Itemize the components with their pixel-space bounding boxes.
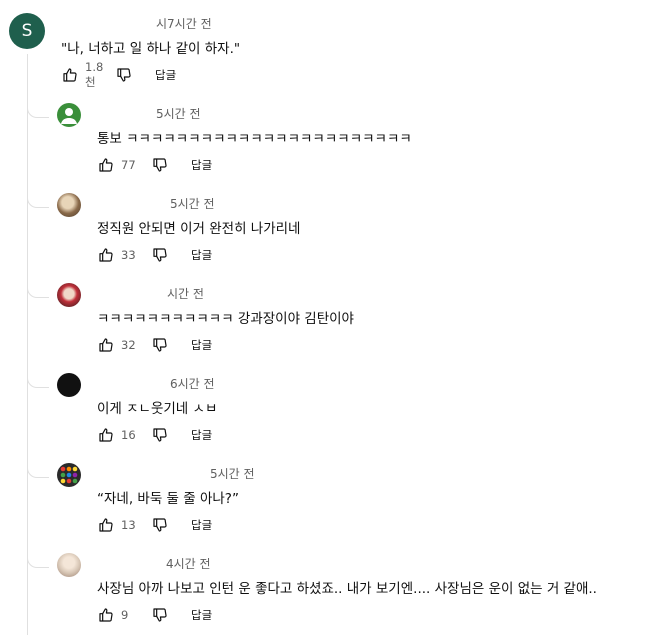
reply-button[interactable]: 답글 [191,337,212,353]
comment-time: 시7시간 전 [156,17,212,31]
avatar-letter: S [21,21,33,41]
dislike-icon[interactable] [151,156,169,174]
dislike-icon[interactable] [115,66,133,84]
reply-button[interactable]: 답글 [191,247,212,263]
dark-avatar[interactable] [57,373,81,397]
dislike-icon[interactable] [151,336,169,354]
photo-avatar[interactable] [57,193,81,217]
comment-actions: 1.8천 답글 [61,60,176,89]
like-icon[interactable] [97,246,115,264]
comment-time: 4시간 전 [166,557,211,571]
like-count: 16 [121,428,136,442]
like-icon[interactable] [97,336,115,354]
like-icon[interactable] [97,156,115,174]
photo-avatar[interactable] [57,283,81,307]
reply-connector [27,376,49,388]
reply-connector [27,466,49,478]
like-count: 13 [121,518,136,532]
reply-button[interactable]: 답글 [191,427,212,443]
reply-connector [27,286,49,298]
comment-actions: 77 답글 [97,156,212,174]
like-count: 33 [121,248,136,262]
comment-actions: 32 답글 [97,336,212,354]
comment-time: 5시간 전 [170,197,215,211]
reply-button[interactable]: 답글 [155,67,176,83]
comment-time: 5시간 전 [210,467,255,481]
comment-time: 6시간 전 [170,377,215,391]
comment-thread: S 시7시간 전 "나, 너하고 일 하나 같이 하자." 1.8천 답글 5시… [0,0,655,635]
comment-text: "나, 너하고 일 하나 같이 하자." [61,41,241,57]
like-count: 77 [121,158,136,172]
photo-avatar[interactable] [57,553,81,577]
like-count: 1.8천 [85,60,104,89]
like-icon[interactable] [97,516,115,534]
comment-text: 이게 ㅈㄴ웃기네 ㅅㅂ [97,401,218,417]
comment-text: 정직원 안되면 이거 완전히 나가리네 [97,221,301,237]
like-icon[interactable] [97,426,115,444]
dislike-icon[interactable] [151,606,169,624]
dislike-icon[interactable] [151,426,169,444]
reply-button[interactable]: 답글 [191,607,212,623]
comment-actions: 13 답글 [97,516,212,534]
like-count: 9 [121,608,129,622]
avatar[interactable]: S [9,13,45,49]
like-icon[interactable] [61,66,79,84]
comment-text: 통보 ㅋㅋㅋㅋㅋㅋㅋㅋㅋㅋㅋㅋㅋㅋㅋㅋㅋㅋㅋㅋㅋㅋㅋ [97,131,412,147]
reply-button[interactable]: 답글 [191,517,212,533]
reply-connector [27,556,49,568]
comment-time: 5시간 전 [156,107,201,121]
comment-text: “자네, 바둑 둘 줄 아나?” [97,491,239,507]
reply-connector [27,196,49,208]
comment-actions: 9 답글 [97,606,212,624]
comment-time: 시간 전 [167,287,204,301]
comment-text: ㅋㅋㅋㅋㅋㅋㅋㅋㅋㅋㅋ 강과장이야 김탄이야 [97,311,354,327]
comment-actions: 16 답글 [97,426,212,444]
reply-connector [27,106,49,118]
thread-line [27,54,28,635]
dislike-icon[interactable] [151,246,169,264]
comment-actions: 33 답글 [97,246,212,264]
default-person-icon[interactable] [57,103,81,127]
like-icon[interactable] [97,606,115,624]
rainbow-dots-avatar[interactable] [57,463,81,487]
dislike-icon[interactable] [151,516,169,534]
reply-button[interactable]: 답글 [191,157,212,173]
comment-text: 사장님 아까 나보고 인턴 운 좋다고 하셨죠.. 내가 보기엔.... 사장님… [97,581,597,597]
like-count: 32 [121,338,136,352]
